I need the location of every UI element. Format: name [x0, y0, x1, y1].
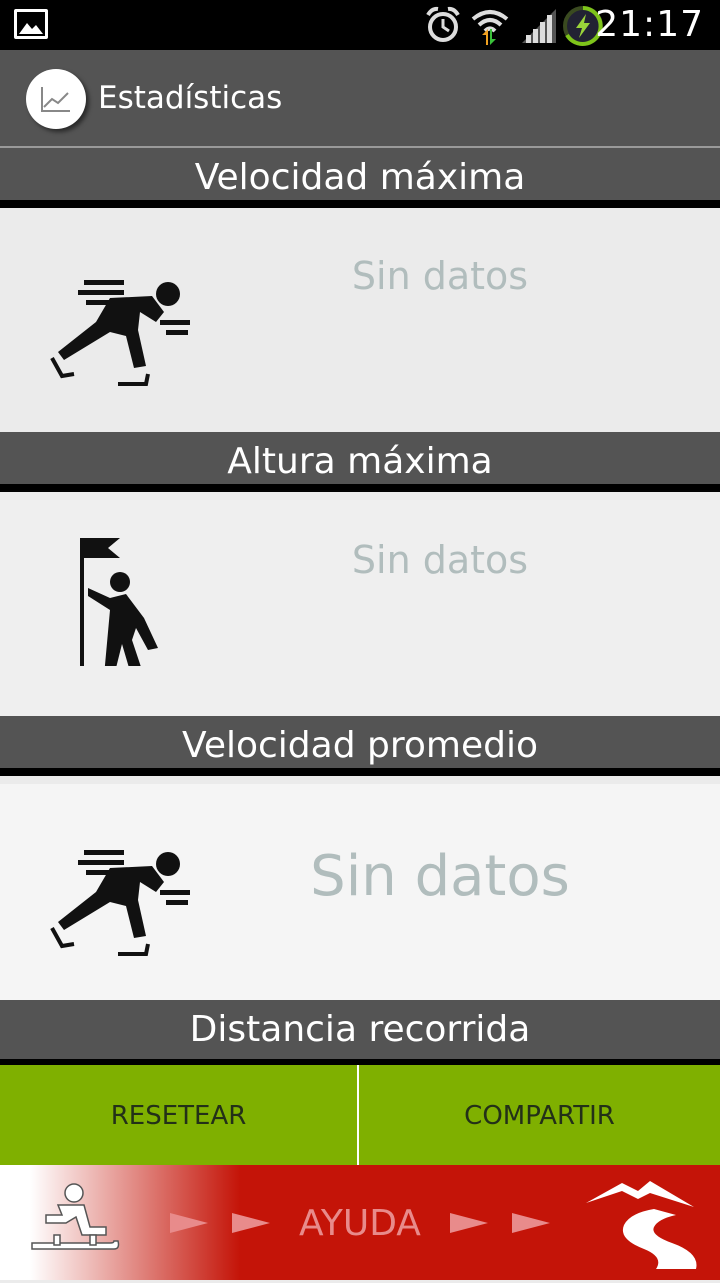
section-title: Altura máxima: [227, 441, 493, 482]
section-header-max-altitude: Altura máxima: [0, 432, 720, 492]
section-header-distance: Distancia recorrida: [0, 1000, 720, 1065]
alarm-icon: [426, 6, 460, 42]
share-button[interactable]: COMPARTIR: [359, 1065, 720, 1165]
max-speed-panel: Sin datos: [0, 216, 720, 432]
max-speed-value: Sin datos: [351, 254, 529, 298]
signal-icon: [522, 9, 556, 43]
help-banner[interactable]: AYUDA: [0, 1165, 720, 1280]
action-bar: Estadísticas: [0, 50, 720, 146]
wifi-icon: [471, 10, 509, 45]
section-title: Velocidad máxima: [194, 157, 526, 198]
chart-line-icon[interactable]: [26, 69, 86, 129]
status-bar: 21:17: [0, 0, 720, 50]
reset-button[interactable]: RESETEAR: [0, 1065, 357, 1165]
section-header-max-speed: Velocidad máxima: [0, 148, 720, 208]
arrow-icon: [170, 1213, 208, 1233]
section-title: Velocidad promedio: [182, 725, 538, 766]
section-title: Distancia recorrida: [189, 1009, 531, 1050]
mountain-road-icon: [586, 1181, 697, 1269]
action-buttons: RESETEAR COMPARTIR: [0, 1065, 720, 1165]
arrow-icon: [512, 1213, 550, 1233]
avg-speed-panel: Sin datos: [0, 784, 720, 1000]
clock: 21:17: [595, 4, 704, 45]
section-header-avg-speed: Velocidad promedio: [0, 716, 720, 776]
max-altitude-panel: Sin datos: [0, 500, 720, 716]
max-altitude-value: Sin datos: [351, 538, 529, 582]
image-notification-icon: [14, 9, 48, 39]
sled-rider-icon: [31, 1183, 120, 1250]
arrow-icon: [450, 1213, 488, 1233]
help-label[interactable]: AYUDA: [255, 1165, 465, 1280]
avg-speed-value: Sin datos: [310, 844, 570, 909]
page-title: Estadísticas: [98, 80, 283, 116]
